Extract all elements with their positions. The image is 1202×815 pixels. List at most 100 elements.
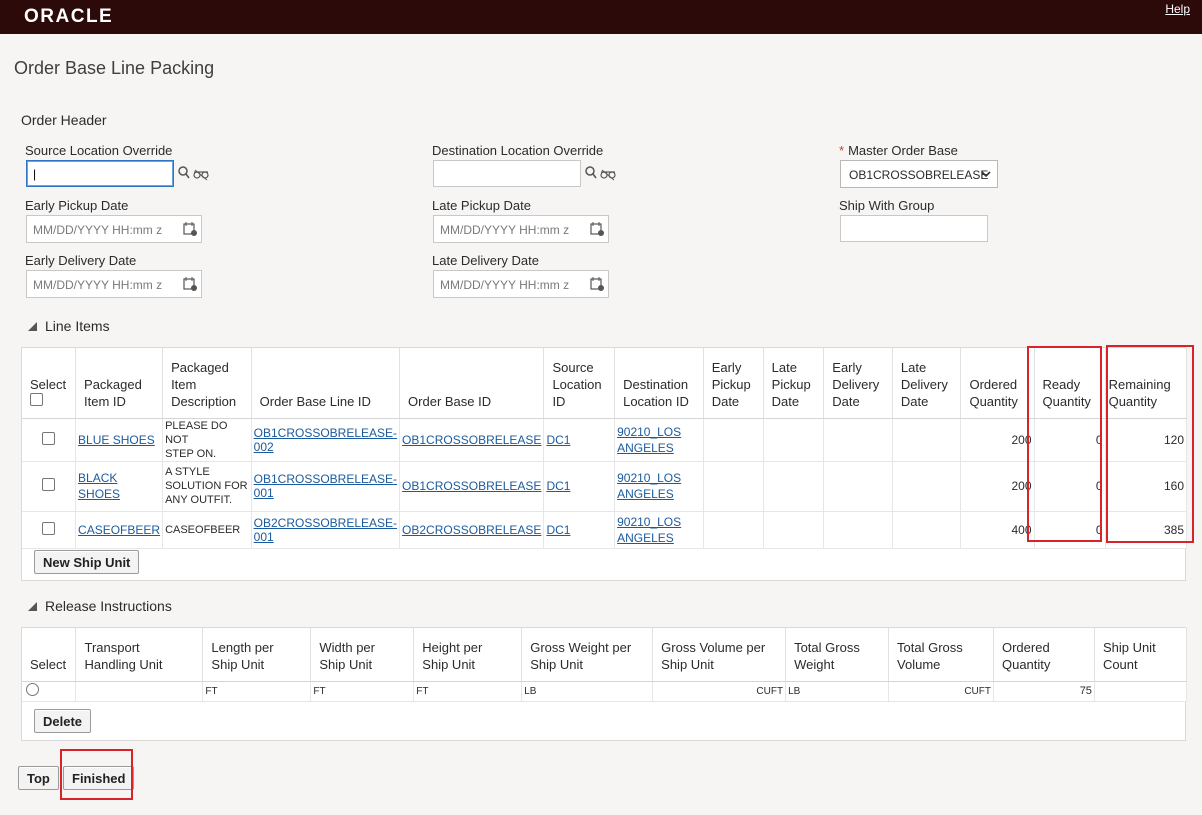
master-order-base-select[interactable]: OB1CROSSOBRELEASE bbox=[840, 160, 998, 188]
late-delivery-date-label: Late Delivery Date bbox=[432, 253, 539, 268]
col-total-gross-volume: Total Gross Volume bbox=[888, 628, 994, 682]
packaged-item-id-link[interactable]: BLUE SHOES bbox=[78, 433, 155, 447]
col-destination-location-id: Destination Location ID bbox=[614, 348, 704, 419]
order-base-id-link[interactable]: OB1CROSSOBRELEASE bbox=[402, 433, 541, 447]
col-late-pickup-date: Late Pickup Date bbox=[763, 348, 825, 419]
ordered-quantity-cell[interactable]: 75 bbox=[993, 681, 1095, 702]
release-instructions-header[interactable]: Release Instructions bbox=[28, 598, 172, 614]
col-packaged-item-description: Packaged Item Description bbox=[162, 348, 252, 419]
col-select: Select bbox=[22, 628, 77, 682]
late-delivery-date-input[interactable]: MM/DD/YYYY HH:mm z bbox=[433, 270, 609, 298]
total-gross-weight-uom-cell[interactable]: LB bbox=[785, 681, 890, 702]
late-pickup-date-input[interactable]: MM/DD/YYYY HH:mm z bbox=[433, 215, 609, 243]
calendar-icon[interactable] bbox=[183, 222, 197, 236]
header-bar: ORACLE Help bbox=[0, 0, 1202, 34]
finished-button[interactable]: Finished bbox=[63, 766, 135, 790]
order-base-line-id-link[interactable]: OB2CROSSOBRELEASE-001 bbox=[254, 516, 397, 544]
source-location-id-link[interactable]: DC1 bbox=[546, 479, 570, 493]
col-ordered-quantity: Ordered Quantity bbox=[960, 348, 1035, 419]
line-items-table: Select Packaged Item ID Packaged Item Descr… bbox=[22, 348, 1188, 549]
row-select-checkbox[interactable] bbox=[42, 478, 56, 491]
page-title: Order Base Line Packing bbox=[14, 58, 215, 78]
col-total-gross-weight: Total Gross Weight bbox=[785, 628, 890, 682]
early-delivery-date-input[interactable]: MM/DD/YYYY HH:mm z bbox=[26, 270, 202, 298]
remaining-quantity-cell: 385 bbox=[1105, 511, 1188, 549]
col-source-location-id: Source Location ID bbox=[543, 348, 616, 419]
source-location-override-input[interactable] bbox=[26, 160, 174, 187]
release-instructions-table: Select Transport Handling Unit Length per… bbox=[22, 628, 1188, 702]
ready-quantity-cell: 0 bbox=[1034, 418, 1106, 462]
col-ship-unit-count: Ship Unit Count bbox=[1094, 628, 1188, 682]
line-items-header[interactable]: Line Items bbox=[28, 318, 110, 334]
source-location-id-link[interactable]: DC1 bbox=[546, 433, 570, 447]
source-location-override-label: Source Location Override bbox=[25, 143, 173, 158]
col-height-per-ship-unit: Height per Ship Unit bbox=[413, 628, 523, 682]
height-uom-cell[interactable]: FT bbox=[413, 681, 523, 702]
early-pickup-date-label: Early Pickup Date bbox=[25, 198, 129, 213]
source-location-id-link[interactable]: DC1 bbox=[546, 523, 570, 537]
calendar-icon[interactable] bbox=[590, 277, 604, 291]
ship-unit-count-cell[interactable] bbox=[1094, 681, 1188, 702]
ready-quantity-cell: 0 bbox=[1034, 461, 1106, 512]
destination-location-id-link[interactable]: 90210_LOS ANGELES bbox=[617, 424, 701, 456]
ordered-quantity-cell: 400 bbox=[960, 511, 1035, 549]
table-row: FT FT FT LB CUFT LB CUFT 75 bbox=[22, 681, 1188, 702]
late-pickup-date-label: Late Pickup Date bbox=[432, 198, 532, 213]
ship-with-group-input[interactable] bbox=[840, 215, 988, 242]
calendar-icon[interactable] bbox=[590, 222, 604, 236]
top-button[interactable]: Top bbox=[18, 766, 59, 790]
col-ordered-quantity: Ordered Quantity bbox=[993, 628, 1095, 682]
destination-location-override-label: Destination Location Override bbox=[432, 143, 604, 158]
select-all-checkbox[interactable] bbox=[30, 392, 43, 406]
width-uom-cell[interactable]: FT bbox=[310, 681, 415, 702]
col-ready-quantity: Ready Quantity bbox=[1034, 348, 1106, 419]
length-uom-cell[interactable]: FT bbox=[202, 681, 312, 702]
col-order-base-line-id: Order Base Line ID bbox=[251, 348, 401, 419]
order-header-title: Order Header bbox=[21, 112, 107, 128]
delete-button[interactable]: Delete bbox=[34, 709, 92, 733]
packaged-item-id-link[interactable]: BLACK SHOES bbox=[78, 470, 160, 502]
transport-handling-unit-cell[interactable] bbox=[75, 681, 204, 702]
table-row: BLACK SHOES A STYLE SOLUTION FOR ANY OUTFIT… bbox=[22, 461, 1188, 512]
col-early-delivery-date: Early Delivery Date bbox=[823, 348, 893, 419]
order-base-line-id-link[interactable]: OB1CROSSOBRELEASE-002 bbox=[254, 426, 397, 454]
early-pickup-date-input[interactable]: MM/DD/YYYY HH:mm z bbox=[26, 215, 202, 243]
table-row: CASEOFBEER CASEOFBEER OB2CROSSOBRELEASE-… bbox=[22, 511, 1188, 549]
calendar-icon[interactable] bbox=[183, 277, 197, 291]
col-order-base-id: Order Base ID bbox=[399, 348, 545, 419]
line-items-panel: Select Packaged Item ID Packaged Item Descr… bbox=[21, 347, 1188, 581]
gross-volume-uom-cell[interactable]: CUFT bbox=[652, 681, 787, 702]
remaining-quantity-cell: 160 bbox=[1105, 461, 1188, 512]
chevron-down-icon bbox=[981, 171, 991, 178]
col-early-pickup-date: Early Pickup Date bbox=[703, 348, 764, 419]
order-base-id-link[interactable]: OB1CROSSOBRELEASE bbox=[402, 479, 541, 493]
required-indicator: * bbox=[839, 143, 845, 158]
row-select-checkbox[interactable] bbox=[42, 431, 56, 445]
search-icon[interactable] bbox=[585, 166, 619, 182]
row-select-radio[interactable] bbox=[26, 683, 39, 696]
col-transport-handling-unit: Transport Handling Unit bbox=[75, 628, 204, 682]
destination-location-id-link[interactable]: 90210_LOS ANGELES bbox=[617, 514, 701, 546]
col-select: Select bbox=[22, 348, 77, 419]
master-order-base-label: * Master Order Base bbox=[839, 143, 958, 158]
total-gross-volume-uom-cell[interactable]: CUFT bbox=[888, 681, 994, 702]
packaged-item-id-link[interactable]: CASEOFBEER bbox=[78, 523, 160, 537]
order-base-line-id-link[interactable]: OB1CROSSOBRELEASE-001 bbox=[254, 472, 397, 500]
col-length-per-ship-unit: Length per Ship Unit bbox=[202, 628, 312, 682]
col-packaged-item-id: Packaged Item ID bbox=[75, 348, 164, 419]
release-instructions-panel: Select Transport Handling Unit Length per… bbox=[21, 627, 1188, 741]
early-delivery-date-label: Early Delivery Date bbox=[25, 253, 137, 268]
destination-location-override-input[interactable] bbox=[433, 160, 581, 187]
order-base-id-link[interactable]: OB2CROSSOBRELEASE bbox=[402, 523, 541, 537]
destination-location-id-link[interactable]: 90210_LOS ANGELES bbox=[617, 470, 701, 502]
col-late-delivery-date: Late Delivery Date bbox=[892, 348, 962, 419]
row-select-checkbox[interactable] bbox=[42, 521, 56, 535]
ship-with-group-label: Ship With Group bbox=[839, 198, 935, 213]
ready-quantity-cell: 0 bbox=[1034, 511, 1106, 549]
search-icon[interactable] bbox=[178, 166, 212, 182]
help-link[interactable]: Help bbox=[1165, 2, 1190, 16]
col-gross-volume-per-ship-unit: Gross Volume per Ship Unit bbox=[652, 628, 787, 682]
new-ship-unit-button[interactable]: New Ship Unit bbox=[34, 550, 140, 574]
gross-weight-uom-cell[interactable]: LB bbox=[521, 681, 654, 702]
col-gross-weight-per-ship-unit: Gross Weight per Ship Unit bbox=[521, 628, 654, 682]
